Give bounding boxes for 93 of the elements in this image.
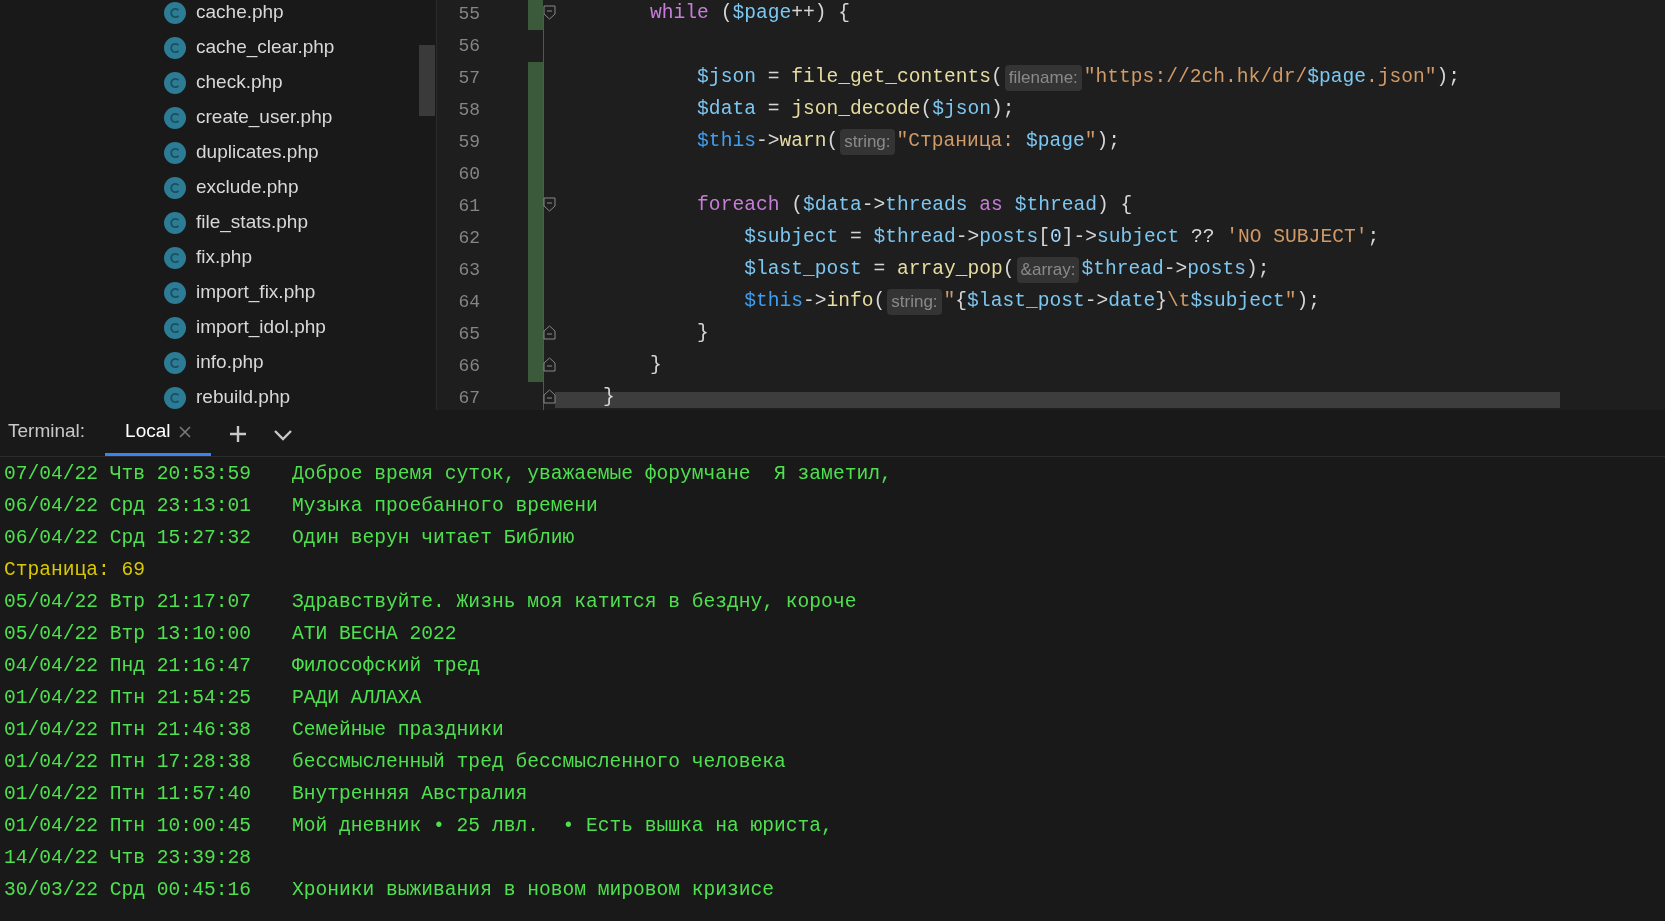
code-text: "{$last_post->date}\t$subject"); <box>943 289 1320 315</box>
log-message: бессмысленный тред бессмысленного человека <box>292 750 786 776</box>
php-class-icon <box>164 386 186 409</box>
fold-icon[interactable] <box>543 325 556 340</box>
php-class-icon <box>164 351 186 374</box>
line-number: 65 <box>457 322 480 346</box>
code-text: } <box>603 385 615 410</box>
php-class-icon <box>164 281 186 304</box>
parameter-hint: filename: <box>1004 65 1082 91</box>
php-class-icon <box>164 36 186 59</box>
log-timestamp: 30/03/22 Срд 00:45:16 <box>4 879 251 902</box>
log-timestamp: 04/04/22 Пнд 21:16:47 <box>4 655 251 678</box>
code-text: foreach ($data->threads as $thread) { <box>697 193 1133 219</box>
log-warning: Страница: 69 <box>4 558 146 584</box>
file-name[interactable]: import_idol.php <box>196 313 326 342</box>
php-class-icon <box>164 71 186 94</box>
file-name[interactable]: rebuild.php <box>196 383 291 410</box>
code-text: $this->info( <box>744 289 886 315</box>
close-icon[interactable] <box>178 425 191 438</box>
file-name[interactable]: info.php <box>196 348 264 377</box>
fold-icon[interactable] <box>543 197 556 212</box>
code-text: $data = json_decode($json); <box>697 97 1015 123</box>
file-name[interactable]: exclude.php <box>196 173 299 202</box>
terminal-tab[interactable]: Local <box>105 410 211 456</box>
code-text: $this->warn( <box>697 129 839 155</box>
log-message: РАДИ АЛЛАХА <box>292 686 422 712</box>
code-text: $thread->posts); <box>1081 257 1270 283</box>
code-text: "https://2ch.hk/dr/$page.json"); <box>1083 65 1461 91</box>
log-timestamp: 01/04/22 Птн 21:46:38 <box>4 719 251 742</box>
scrollbar-thumb[interactable] <box>419 45 435 116</box>
chevron-down-icon[interactable] <box>272 429 293 441</box>
file-name[interactable]: cache_clear.php <box>196 33 335 62</box>
log-timestamp: 07/04/22 Чтв 20:53:59 <box>4 463 251 486</box>
line-number: 64 <box>457 290 480 314</box>
log-timestamp: 01/04/22 Птн 21:54:25 <box>4 687 251 710</box>
log-message: Один верун читает Библию <box>292 526 575 552</box>
parameter-hint: string: <box>887 289 942 315</box>
file-name[interactable]: create_user.php <box>196 103 333 132</box>
php-class-icon <box>164 316 186 339</box>
php-class-icon <box>164 106 186 129</box>
line-number: 66 <box>457 354 480 378</box>
log-timestamp: 01/04/22 Птн 10:00:45 <box>4 815 251 838</box>
code-text: $json = file_get_contents( <box>697 65 1003 91</box>
log-timestamp: 01/04/22 Птн 17:28:38 <box>4 751 251 774</box>
log-message: АТИ ВЕСНА 2022 <box>292 622 457 648</box>
code-text: } <box>650 353 662 379</box>
log-message: Семейные праздники <box>292 718 504 744</box>
file-name[interactable]: import_fix.php <box>196 278 316 307</box>
line-number: 67 <box>457 386 480 410</box>
code-text: while ($page++) { <box>650 1 850 27</box>
line-number: 56 <box>457 34 480 58</box>
log-timestamp: 06/04/22 Срд 15:27:32 <box>4 527 251 550</box>
log-timestamp: 14/04/22 Чтв 23:39:28 <box>4 847 251 870</box>
log-message: Мой дневник • 25 лвл. • Есть вышка на юриста, <box>292 814 833 840</box>
line-number: 63 <box>457 258 480 282</box>
log-timestamp: 06/04/22 Срд 23:13:01 <box>4 495 251 518</box>
file-name[interactable]: check.php <box>196 68 283 97</box>
log-message: Музыка проебанного времени <box>292 494 598 520</box>
php-class-icon <box>164 176 186 199</box>
file-name[interactable]: file_stats.php <box>196 208 308 237</box>
file-name[interactable]: cache.php <box>196 0 284 27</box>
line-number: 59 <box>457 130 480 154</box>
panel-title: Terminal: <box>8 418 86 443</box>
log-message: Хроники выживания в новом мировом кризисе <box>292 878 775 904</box>
line-number: 55 <box>457 2 480 26</box>
line-number: 57 <box>457 66 480 90</box>
fold-icon[interactable] <box>543 5 556 20</box>
line-number: 62 <box>457 226 480 250</box>
log-message: Доброе время суток, уважаемые форумчане Я заметил, <box>292 462 892 488</box>
line-number: 60 <box>457 162 480 186</box>
php-class-icon <box>164 246 186 269</box>
code-text: $subject = $thread->posts[0]->subject ?? 'NO SUBJECT'; <box>744 225 1380 251</box>
file-name[interactable]: duplicates.php <box>196 138 319 167</box>
plus-icon[interactable] <box>228 425 247 443</box>
php-class-icon <box>164 211 186 234</box>
log-timestamp: 05/04/22 Втр 13:10:00 <box>4 623 251 646</box>
php-class-icon <box>164 141 186 164</box>
log-timestamp: 05/04/22 Втр 21:17:07 <box>4 591 251 614</box>
code-text: "Страница: $page"); <box>896 129 1120 155</box>
php-class-icon <box>164 1 186 24</box>
line-number: 61 <box>457 194 480 218</box>
parameter-hint: string: <box>840 129 895 155</box>
file-name[interactable]: fix.php <box>196 243 252 272</box>
code-text: } <box>697 321 709 347</box>
code-text: $last_post = array_pop( <box>744 257 1015 283</box>
line-number: 58 <box>457 98 480 122</box>
fold-icon[interactable] <box>543 357 556 372</box>
log-message: Философский тред <box>292 654 481 680</box>
log-message: Здравствуйте. Жизнь моя катится в бездну, короче <box>292 590 857 616</box>
parameter-hint: &array: <box>1016 257 1080 283</box>
fold-icon[interactable] <box>543 389 556 404</box>
log-message: Внутренняя Австралия <box>292 782 528 808</box>
log-timestamp: 01/04/22 Птн 11:57:40 <box>4 783 251 806</box>
